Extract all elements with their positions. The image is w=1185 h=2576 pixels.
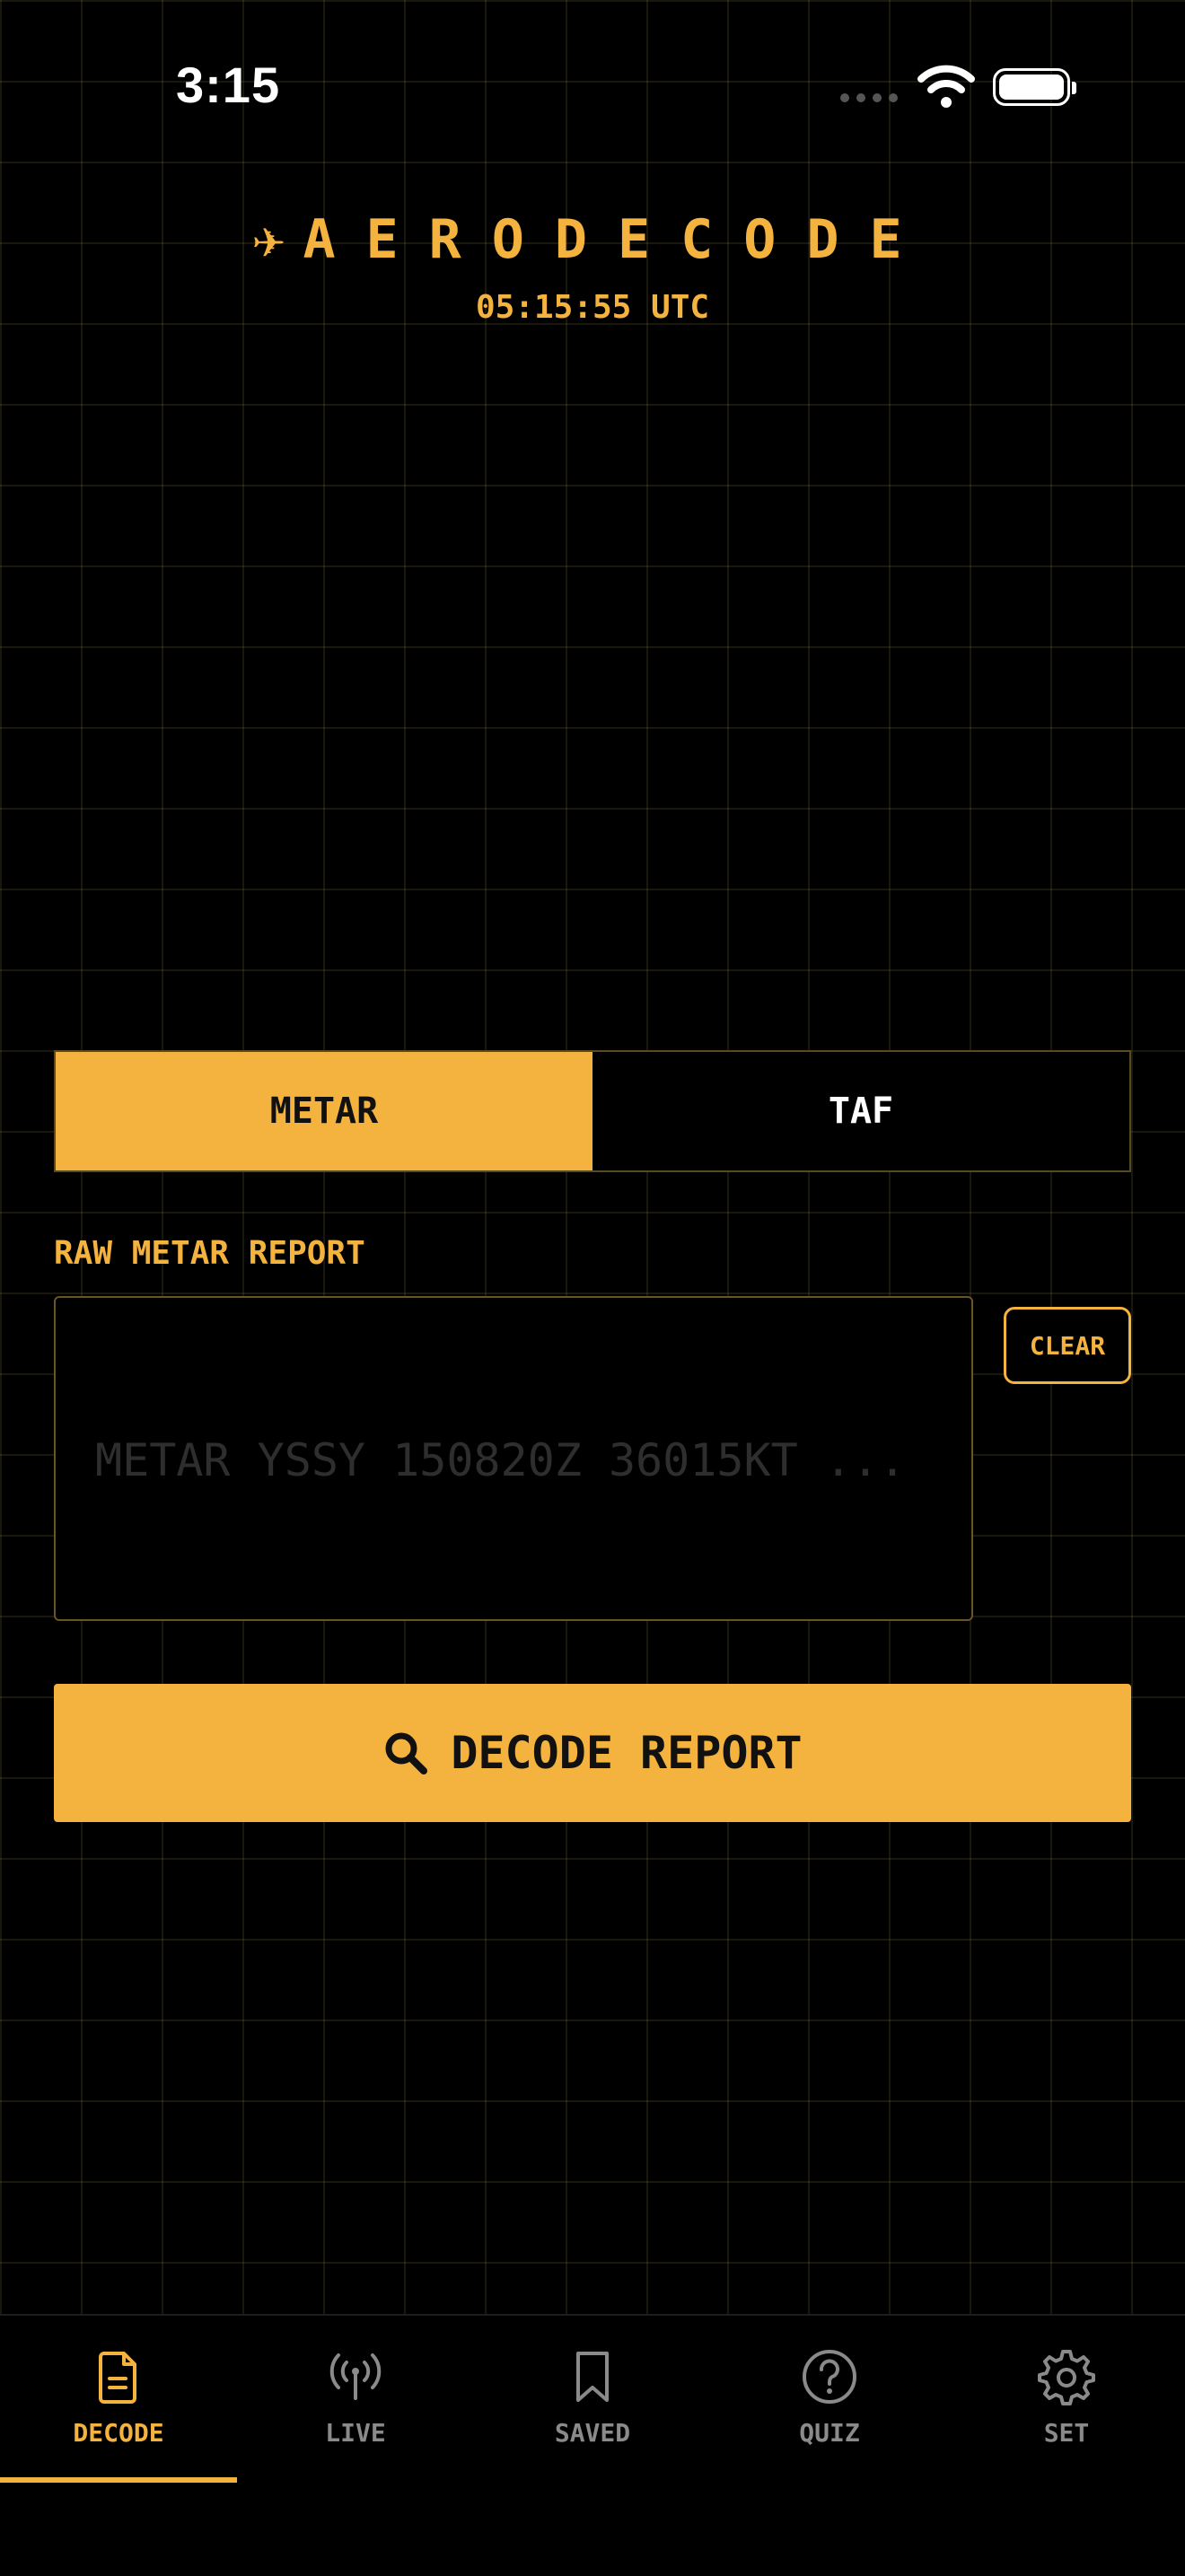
- tab-decode[interactable]: DECODE: [0, 2316, 237, 2495]
- raw-report-label: RAW METAR REPORT: [54, 1235, 365, 1272]
- tab-set-label: SET: [1043, 2418, 1090, 2448]
- tab-bar: DECODE LIVE SAVED QUIZ SET: [0, 2314, 1185, 2576]
- report-type-segmented-control: METAR TAF: [54, 1050, 1131, 1172]
- tab-decode-label: DECODE: [73, 2418, 164, 2448]
- search-icon: [385, 1732, 428, 1774]
- question-circle-icon: [803, 2350, 856, 2404]
- decode-report-button[interactable]: DECODE REPORT: [54, 1684, 1131, 1822]
- plane-icon: ✈: [252, 208, 303, 271]
- active-tab-indicator: [0, 2477, 237, 2483]
- tab-saved-label: SAVED: [554, 2418, 631, 2448]
- wifi-icon: [917, 65, 975, 108]
- clear-button[interactable]: CLEAR: [1004, 1307, 1131, 1384]
- tab-quiz-label: QUIZ: [799, 2418, 860, 2448]
- tab-saved[interactable]: SAVED: [474, 2316, 711, 2495]
- gear-icon: [1038, 2350, 1095, 2405]
- utc-clock: 05:15:55 UTC: [475, 289, 710, 326]
- battery-icon: [993, 68, 1076, 106]
- tab-live[interactable]: LIVE: [237, 2316, 474, 2495]
- tab-set[interactable]: SET: [948, 2316, 1185, 2495]
- document-icon: [99, 2352, 136, 2404]
- decode-report-label: DECODE REPORT: [451, 1727, 803, 1779]
- cellular-signal-icon: [840, 93, 898, 102]
- segment-taf[interactable]: TAF: [592, 1052, 1129, 1170]
- tab-live-label: LIVE: [325, 2418, 386, 2448]
- segment-metar[interactable]: METAR: [56, 1052, 592, 1170]
- tab-quiz[interactable]: QUIZ: [711, 2316, 948, 2495]
- bookmark-icon: [576, 2352, 609, 2402]
- status-bar: 3:15: [0, 0, 1185, 171]
- antenna-icon: [329, 2353, 382, 2400]
- raw-report-input[interactable]: [54, 1296, 973, 1621]
- status-time: 3:15: [176, 57, 281, 113]
- app-title: ✈AERODECODE: [0, 208, 1185, 271]
- app-title-text: AERODECODE: [303, 208, 933, 271]
